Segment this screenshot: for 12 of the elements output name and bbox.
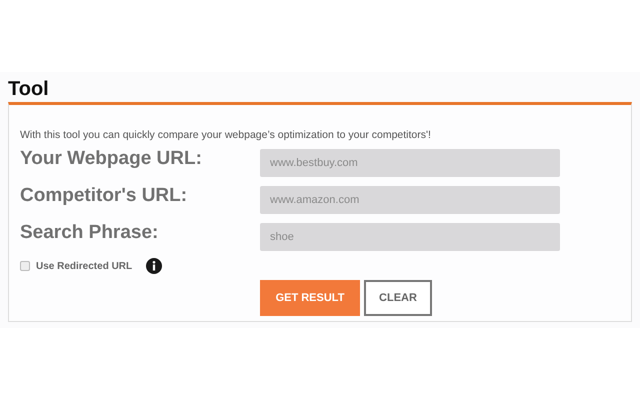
field-label: Search Phrase:: [20, 222, 160, 244]
intro-text: With this tool you can quickly compare your webpage’s optimization to your competitors'!: [20, 129, 432, 141]
checkbox-label: Use Redirected URL: [36, 260, 132, 272]
input-field[interactable]: shoe: [260, 223, 560, 251]
section-title: Tool: [8, 78, 50, 102]
field-label: Competitor's URL:: [20, 185, 188, 207]
input-field[interactable]: www.amazon.com: [260, 186, 560, 214]
info-icon[interactable]: [146, 258, 162, 274]
clear-button[interactable]: CLEAR: [364, 280, 432, 316]
field-label: Your Webpage URL:: [20, 148, 203, 170]
input-field[interactable]: www.bestbuy.com: [260, 149, 560, 177]
checkbox[interactable]: [20, 261, 30, 271]
